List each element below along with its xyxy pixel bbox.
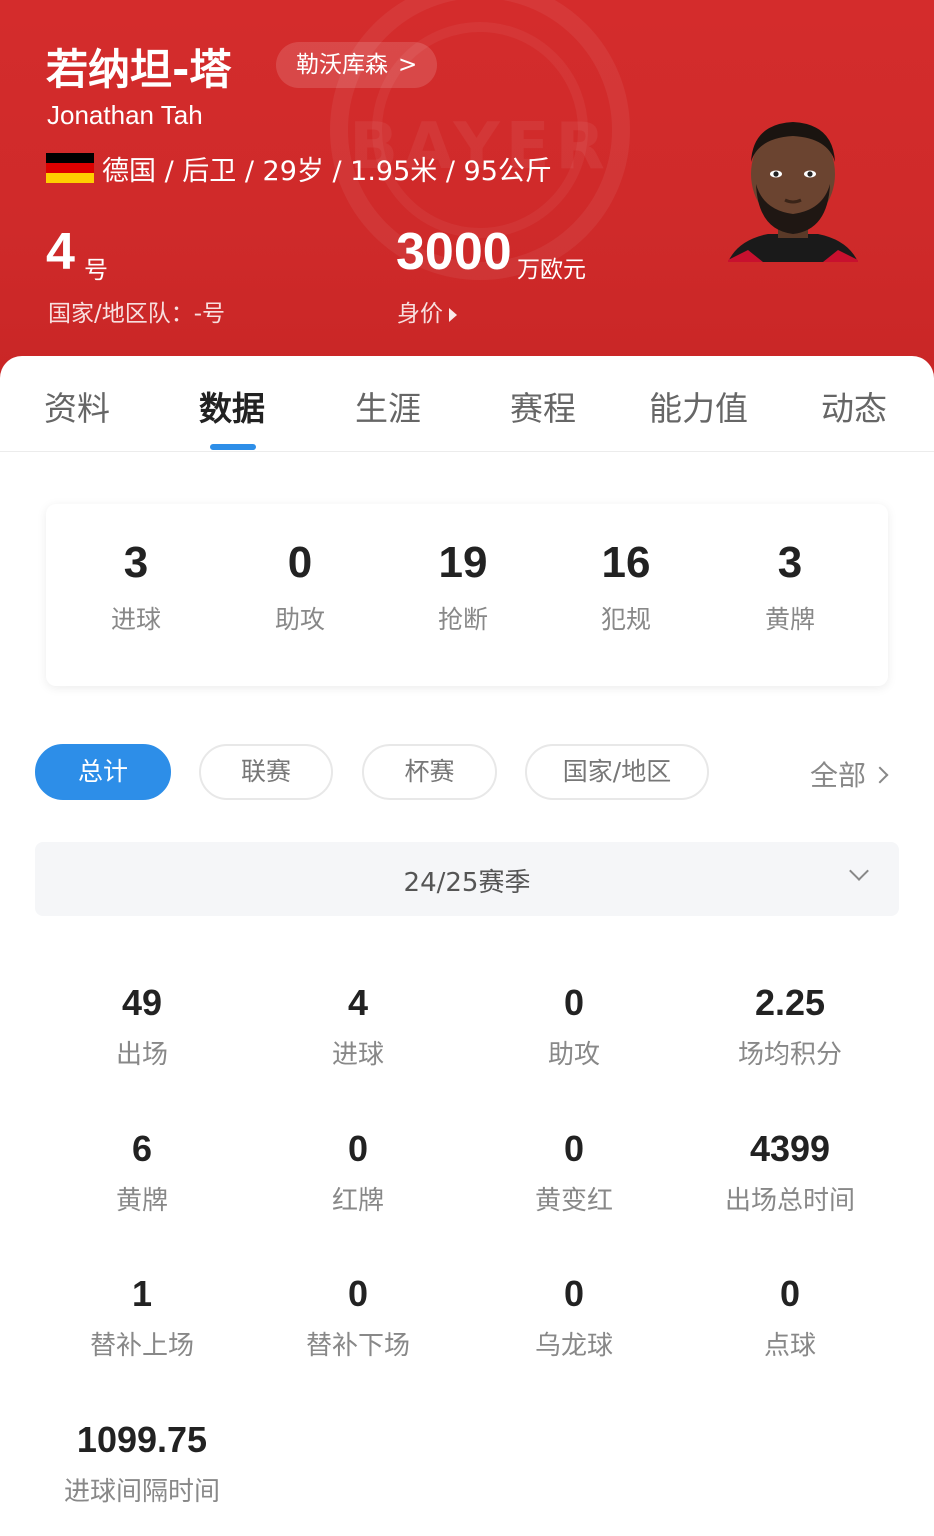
stat-label: 出场 (115, 1040, 168, 1070)
club-name: 勒沃库森 (296, 52, 388, 78)
player-header: BAYER 若纳坦-塔 勒沃库森 > Jonathan Tah 德国 / 后卫 /… (0, 0, 934, 380)
tab-bar: 资料 数据 生涯 赛程 能力值 动态 (0, 356, 934, 452)
stat-item: 0 点球 (690, 1273, 890, 1362)
filter-all-label: 全部 (810, 759, 867, 792)
summary-value: 16 (601, 538, 651, 587)
summary-value: 3 (777, 538, 803, 587)
stat-item: 1099.75 进球间隔时间 (42, 1419, 242, 1508)
stat-value: 4399 (749, 1128, 831, 1169)
stat-value: 6 (131, 1128, 153, 1169)
season-value: 24/25赛季 (403, 868, 531, 898)
market-value-unit: 万欧元 (517, 257, 586, 283)
stat-item: 0 黄变红 (474, 1128, 674, 1217)
stat-value: 0 (563, 1128, 585, 1169)
tab-schedule[interactable]: 赛程 (510, 382, 576, 430)
summary-value: 3 (123, 538, 149, 587)
stat-value: 1 (131, 1273, 153, 1314)
chevron-right-icon (871, 766, 889, 784)
tab-news[interactable]: 动态 (821, 382, 887, 430)
stat-label: 替补下场 (305, 1331, 410, 1361)
stat-value: 2.25 (754, 982, 826, 1023)
stat-label: 红牌 (331, 1186, 384, 1216)
filter-all-link[interactable]: 全部 (810, 754, 889, 794)
chevron-right-icon: > (398, 52, 418, 78)
player-name: 若纳坦-塔 (46, 45, 232, 94)
stat-value: 0 (779, 1273, 801, 1314)
summary-stats-card: 3 进球 0 助攻 19 抢断 16 犯规 3 黄牌 (46, 504, 888, 686)
stat-item: 4 进球 (258, 982, 458, 1071)
stat-value: 0 (347, 1273, 369, 1314)
stat-label: 黄变红 (534, 1186, 613, 1216)
stat-value: 0 (563, 982, 585, 1023)
tab-ability[interactable]: 能力值 (649, 382, 748, 430)
stat-label: 助攻 (547, 1040, 600, 1070)
stat-value: 49 (121, 982, 163, 1023)
summary-label: 助攻 (274, 605, 325, 634)
summary-label: 进球 (110, 605, 161, 634)
market-value-label: 身价 (397, 301, 443, 327)
stat-label: 乌龙球 (534, 1331, 613, 1361)
filter-total[interactable]: 总计 (35, 744, 171, 800)
stat-item: 4399 出场总时间 (690, 1128, 890, 1217)
stat-item: 0 助攻 (474, 982, 674, 1071)
caret-right-icon (449, 307, 457, 322)
summary-item: 0 助攻 (240, 538, 360, 636)
summary-value: 0 (287, 538, 313, 587)
stat-item: 49 出场 (42, 982, 242, 1071)
stat-item: 0 替补下场 (258, 1273, 458, 1362)
stat-value: 1099.75 (76, 1419, 208, 1460)
player-name-english: Jonathan Tah (47, 100, 203, 130)
season-select[interactable]: 24/25赛季 (35, 842, 899, 916)
shirt-number: 4 (46, 223, 75, 281)
summary-item: 16 犯规 (566, 538, 686, 636)
stat-item: 2.25 场均积分 (690, 982, 890, 1071)
summary-label: 抢断 (437, 605, 488, 634)
stat-label: 进球 (331, 1040, 384, 1070)
stat-label: 进球间隔时间 (63, 1477, 220, 1507)
summary-item: 19 抢断 (403, 538, 523, 636)
active-tab-indicator (210, 444, 256, 450)
stat-value: 4 (347, 982, 369, 1023)
summary-item: 3 进球 (76, 538, 196, 636)
filter-league[interactable]: 联赛 (199, 744, 333, 800)
tab-stats[interactable]: 数据 (199, 382, 265, 430)
market-value-link[interactable]: 身价 (397, 294, 457, 328)
summary-item: 3 黄牌 (730, 538, 850, 636)
summary-label: 黄牌 (764, 605, 815, 634)
market-value: 3000 (396, 223, 512, 281)
germany-flag-icon (46, 153, 94, 183)
shirt-number-unit: 号 (84, 256, 108, 284)
stat-item: 0 乌龙球 (474, 1273, 674, 1362)
stat-item: 1 替补上场 (42, 1273, 242, 1362)
summary-value: 19 (438, 538, 488, 587)
filter-cup[interactable]: 杯赛 (362, 744, 497, 800)
club-link-button[interactable]: 勒沃库森 > (276, 42, 438, 88)
stat-label: 替补上场 (89, 1331, 194, 1361)
stat-item: 0 红牌 (258, 1128, 458, 1217)
stat-label: 点球 (763, 1331, 816, 1361)
stat-value: 0 (347, 1128, 369, 1169)
content-card: 资料 数据 生涯 赛程 能力值 动态 3 进球 0 助攻 19 抢断 16 犯规… (0, 356, 934, 1536)
summary-label: 犯规 (600, 605, 651, 634)
stat-label: 出场总时间 (724, 1186, 855, 1216)
stat-label: 场均积分 (737, 1040, 842, 1070)
player-info-row: 德国 / 后卫 / 29岁 / 1.95米 / 95公斤 (46, 150, 552, 187)
stat-value: 0 (563, 1273, 585, 1314)
player-info-text: 德国 / 后卫 / 29岁 / 1.95米 / 95公斤 (102, 155, 552, 187)
tab-career[interactable]: 生涯 (355, 382, 421, 430)
stat-item: 6 黄牌 (42, 1128, 242, 1217)
stat-label: 黄牌 (115, 1186, 168, 1216)
national-team-number: 国家/地区队：-号 (48, 301, 226, 327)
player-avatar (728, 122, 858, 262)
filter-national[interactable]: 国家/地区 (525, 744, 709, 800)
tab-profile[interactable]: 资料 (44, 382, 110, 430)
